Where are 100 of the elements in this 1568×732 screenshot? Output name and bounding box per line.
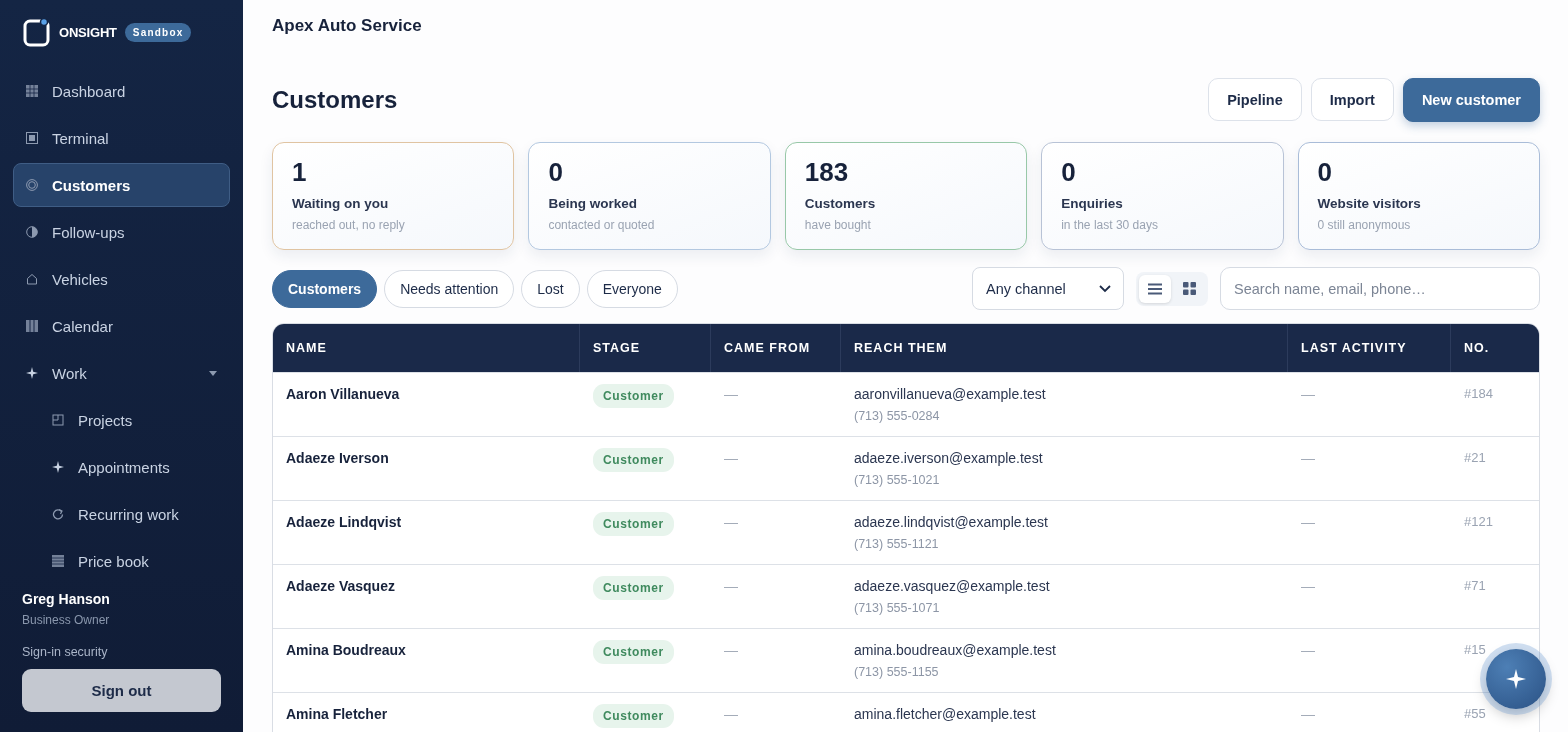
stat-label: Being worked [548, 196, 638, 211]
stage-tag: Customer [593, 704, 674, 728]
grid-icon [26, 85, 38, 97]
logo-icon [23, 18, 51, 47]
sidebar-item[interactable]: Vehicles [13, 257, 230, 301]
search-field[interactable]: Search name, email, phone… [1220, 267, 1540, 310]
stat-label: Enquiries [1061, 196, 1124, 211]
phone-text: (713) 555-0284 [854, 409, 940, 423]
filter-tab[interactable]: Lost [521, 269, 580, 308]
primary-button[interactable]: New customer [1402, 78, 1540, 122]
customer-name: Adaeze Iverson [285, 449, 390, 468]
user-name: Greg Hanson [22, 591, 111, 607]
stat-value: 0 [1061, 157, 1077, 188]
house-icon [26, 273, 38, 285]
phone-text: (713) 555-1071 [854, 601, 940, 615]
page-title: Customers [272, 86, 398, 114]
customer-name: Adaeze Lindqvist [285, 513, 403, 532]
sidebar-item[interactable]: Follow-ups [13, 210, 230, 254]
last-activity-cell-text: — [1300, 705, 1316, 724]
half-circle-icon [26, 226, 38, 238]
column-header[interactable]: LAST ACTIVITY [1288, 324, 1451, 372]
filter-tab[interactable]: Everyone [586, 269, 678, 308]
square-icon [26, 132, 38, 144]
email-text: amina.fletcher@example.test [854, 706, 1036, 722]
list-icon [52, 555, 64, 567]
stat-value: 1 [292, 157, 308, 188]
action-button[interactable]: Pipeline [1208, 78, 1302, 121]
column-header[interactable]: STAGE [580, 324, 711, 372]
refresh-icon [52, 508, 64, 520]
source-cell-text: — [723, 705, 739, 724]
list-icon [1148, 282, 1162, 295]
sidebar-item[interactable]: Work [13, 351, 230, 395]
column-header[interactable]: NO. [1451, 324, 1539, 372]
sidebar-item[interactable]: Terminal [13, 116, 230, 160]
source-cell-text: — [723, 449, 739, 468]
sparkle-icon [26, 367, 38, 379]
sparkle-icon [52, 461, 64, 473]
business-name: Apex Auto Service [272, 15, 422, 36]
email-text: amina.boudreaux@example.test [854, 642, 1056, 658]
sign-in-security-link[interactable]: Sign-in security [22, 645, 221, 659]
action-button[interactable]: Import [1310, 78, 1394, 121]
sidebar-item[interactable]: Appointments [13, 445, 230, 489]
frame-icon [52, 414, 64, 426]
stage-tag: Customer [593, 576, 674, 600]
columns-icon [26, 320, 38, 332]
target-icon [26, 179, 38, 191]
last-activity-cell-text: — [1300, 513, 1316, 532]
chevron-down-icon [1099, 284, 1111, 293]
column-header[interactable]: NAME [273, 324, 580, 372]
sidebar-item[interactable]: Calendar [13, 304, 230, 348]
caret-icon [209, 370, 217, 376]
stat-note: in the last 30 days [1061, 218, 1159, 232]
column-header[interactable]: REACH THEM [841, 324, 1288, 372]
stat-value: 0 [1317, 157, 1334, 188]
source-cell-text: — [723, 577, 739, 596]
last-activity-cell-text: — [1300, 449, 1316, 468]
customer-name: Amina Fletcher [285, 705, 389, 724]
stat-value: 183 [804, 157, 850, 188]
customer-name: Amina Boudreaux [285, 641, 407, 660]
stat-label: Customers [804, 196, 877, 211]
sidebar-item[interactable]: Dashboard [13, 69, 230, 113]
channel-select[interactable]: Any channel [972, 267, 1124, 310]
stat-label: Website visitors [1317, 196, 1422, 211]
customer-number: #55 [1464, 706, 1486, 721]
customer-number: #15 [1464, 642, 1486, 657]
logo-text: ONSIGHT [59, 25, 117, 40]
stat-note: reached out, no reply [292, 218, 406, 232]
list-view-button[interactable] [1139, 274, 1171, 303]
sidebar-item[interactable]: Customers [13, 163, 230, 207]
stage-tag: Customer [593, 384, 674, 408]
user-role: Business Owner [22, 613, 111, 627]
customer-number: #71 [1464, 578, 1486, 593]
source-cell-text: — [723, 641, 739, 660]
email-text: adaeze.lindqvist@example.test [854, 514, 1048, 530]
stage-tag: Customer [593, 448, 674, 472]
stage-tag: Customer [593, 512, 674, 536]
stat-note: 0 still anonymous [1317, 218, 1412, 232]
phone-text: (713) 555-1121 [854, 537, 939, 551]
customer-number: #184 [1464, 386, 1493, 401]
customer-number: #21 [1464, 450, 1486, 465]
column-header[interactable]: CAME FROM [711, 324, 841, 372]
phone-text: (713) 555-1155 [854, 665, 939, 679]
customer-number: #121 [1464, 514, 1493, 529]
sidebar-item[interactable]: Price book [13, 539, 230, 583]
sidebar-item[interactable]: Recurring work [13, 492, 230, 536]
stat-label: Waiting on you [292, 196, 390, 211]
email-text: aaronvillanueva@example.test [854, 386, 1046, 402]
sign-out-button[interactable]: Sign out [22, 669, 221, 712]
sparkle-icon [1506, 669, 1526, 689]
stage-tag: Customer [593, 640, 674, 664]
filter-tab[interactable]: Needs attention [384, 269, 515, 308]
email-text: adaeze.iverson@example.test [854, 450, 1043, 466]
last-activity-cell-text: — [1300, 641, 1316, 660]
last-activity-cell-text: — [1300, 577, 1316, 596]
filter-tab[interactable]: Customers [272, 269, 378, 308]
phone-text: (713) 555-1021 [854, 473, 940, 487]
source-cell-text: — [723, 385, 739, 404]
stat-note: have bought [804, 218, 872, 232]
source-cell-text: — [723, 513, 739, 532]
sidebar-item[interactable]: Projects [13, 398, 230, 442]
